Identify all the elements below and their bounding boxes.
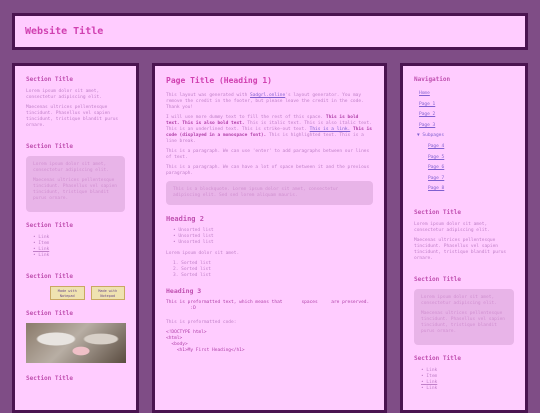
list-item: 3. Sorted list: [173, 273, 211, 278]
section-text: Maecenas ultrices pellentesque tincidunt…: [414, 237, 507, 261]
badges: Made with Notepad Made with Notepad: [50, 286, 125, 300]
heading-2: Heading 2: [166, 215, 204, 223]
paragraph: This is a paragraph. We can have a lot o…: [166, 165, 370, 176]
notepad-badge[interactable]: Made with Notepad: [90, 286, 125, 300]
nav-item-page-7[interactable]: Page 7: [414, 174, 514, 185]
nav-item-page-2[interactable]: Page 2: [414, 110, 514, 121]
blockquote: Lorem ipsum dolor sit amet, consectetur …: [414, 288, 514, 345]
section-title: Section Title: [26, 143, 73, 150]
quote-text: This is a blockquote. Lorem ipsum dolor …: [173, 187, 339, 198]
section-title: Section Title: [26, 273, 73, 280]
paragraph: This is preformatted code:: [166, 320, 237, 325]
list-item: Unsorted list: [173, 240, 373, 246]
page-title: Page Title (Heading 1): [166, 76, 272, 85]
notepad-badge[interactable]: Made with Notepad: [50, 286, 85, 300]
site-title[interactable]: Website Title: [25, 26, 103, 37]
unsorted-list: Unsorted list Unsorted list Unsorted lis…: [166, 228, 373, 246]
link-list: Link Item Link Link: [26, 235, 125, 259]
credit-link[interactable]: Sadgrl.online: [250, 93, 285, 98]
sorted-list: 1. Sorted list 2. Sorted list 3. Sorted …: [166, 261, 373, 279]
preformatted-text: This is preformatted text, which means t…: [166, 300, 370, 311]
section-title: Section Title: [26, 76, 73, 83]
text-link[interactable]: This is a link.: [310, 127, 351, 132]
quote-text: Lorem ipsum dolor sit amet, consectetur …: [421, 294, 497, 306]
section-title: Section Title: [26, 375, 73, 382]
nav-item-page-4[interactable]: Page 4: [414, 142, 514, 153]
quote-text: Maecenas ultrices pellentesque tincidunt…: [421, 310, 505, 334]
quote-text: Lorem ipsum dolor sit amet, consectetur …: [33, 162, 109, 173]
code-block: <!DOCTYPE html> <html> <body> <h1>My Fir…: [166, 330, 245, 353]
nav-subpages-toggle[interactable]: ▼ Subpages: [414, 131, 514, 142]
section-title: Section Title: [414, 208, 461, 216]
site-header: Website Title: [12, 13, 528, 50]
section-title: Section Title: [414, 354, 461, 362]
list-item[interactable]: Link: [33, 253, 125, 259]
section-text: Lorem ipsum dolor sit amet, consectetur …: [414, 221, 490, 233]
quote-text: Maecenas ultrices pellentesque tincidunt…: [33, 178, 117, 201]
heading-3: Heading 3: [166, 287, 202, 295]
nav-item-page-5[interactable]: Page 5: [414, 153, 514, 164]
cat-photo: [26, 323, 126, 363]
nav-item-page-8[interactable]: Page 8: [414, 184, 514, 195]
main-content: Page Title (Heading 1) This layout was g…: [152, 63, 387, 413]
paragraph: I will use more dummy text to fill the r…: [166, 115, 372, 144]
section-text: Maecenas ultrices pellentesque tincidunt…: [26, 105, 119, 128]
link-list: Link Item Link Link: [414, 368, 514, 392]
paragraph: Lorem ipsum dolor sit amet.: [166, 251, 240, 256]
navigation-title: Navigation: [414, 76, 451, 83]
section-title: Section Title: [26, 310, 73, 317]
list-item[interactable]: Link: [421, 386, 514, 392]
blockquote: This is a blockquote. Lorem ipsum dolor …: [166, 181, 373, 205]
nav-item-page-3[interactable]: Page 3: [414, 121, 514, 132]
paragraph: This layout was generated with Sadgrl.on…: [166, 93, 364, 110]
section-title: Section Title: [26, 222, 73, 229]
section-title: Section Title: [414, 275, 461, 283]
paragraph: This is a paragraph. We can use 'enter' …: [166, 149, 370, 160]
nav-item-page-1[interactable]: Page 1: [414, 100, 514, 111]
right-sidebar: Navigation Home Page 1 Page 2 Page 3 ▼ S…: [400, 63, 528, 413]
nav-item-page-6[interactable]: Page 6: [414, 163, 514, 174]
nav-item-home[interactable]: Home: [414, 89, 514, 100]
left-sidebar: Section Title Lorem ipsum dolor sit amet…: [12, 63, 139, 413]
section-text: Lorem ipsum dolor sit amet, consectetur …: [26, 89, 102, 100]
blockquote: Lorem ipsum dolor sit amet, consectetur …: [26, 156, 125, 212]
